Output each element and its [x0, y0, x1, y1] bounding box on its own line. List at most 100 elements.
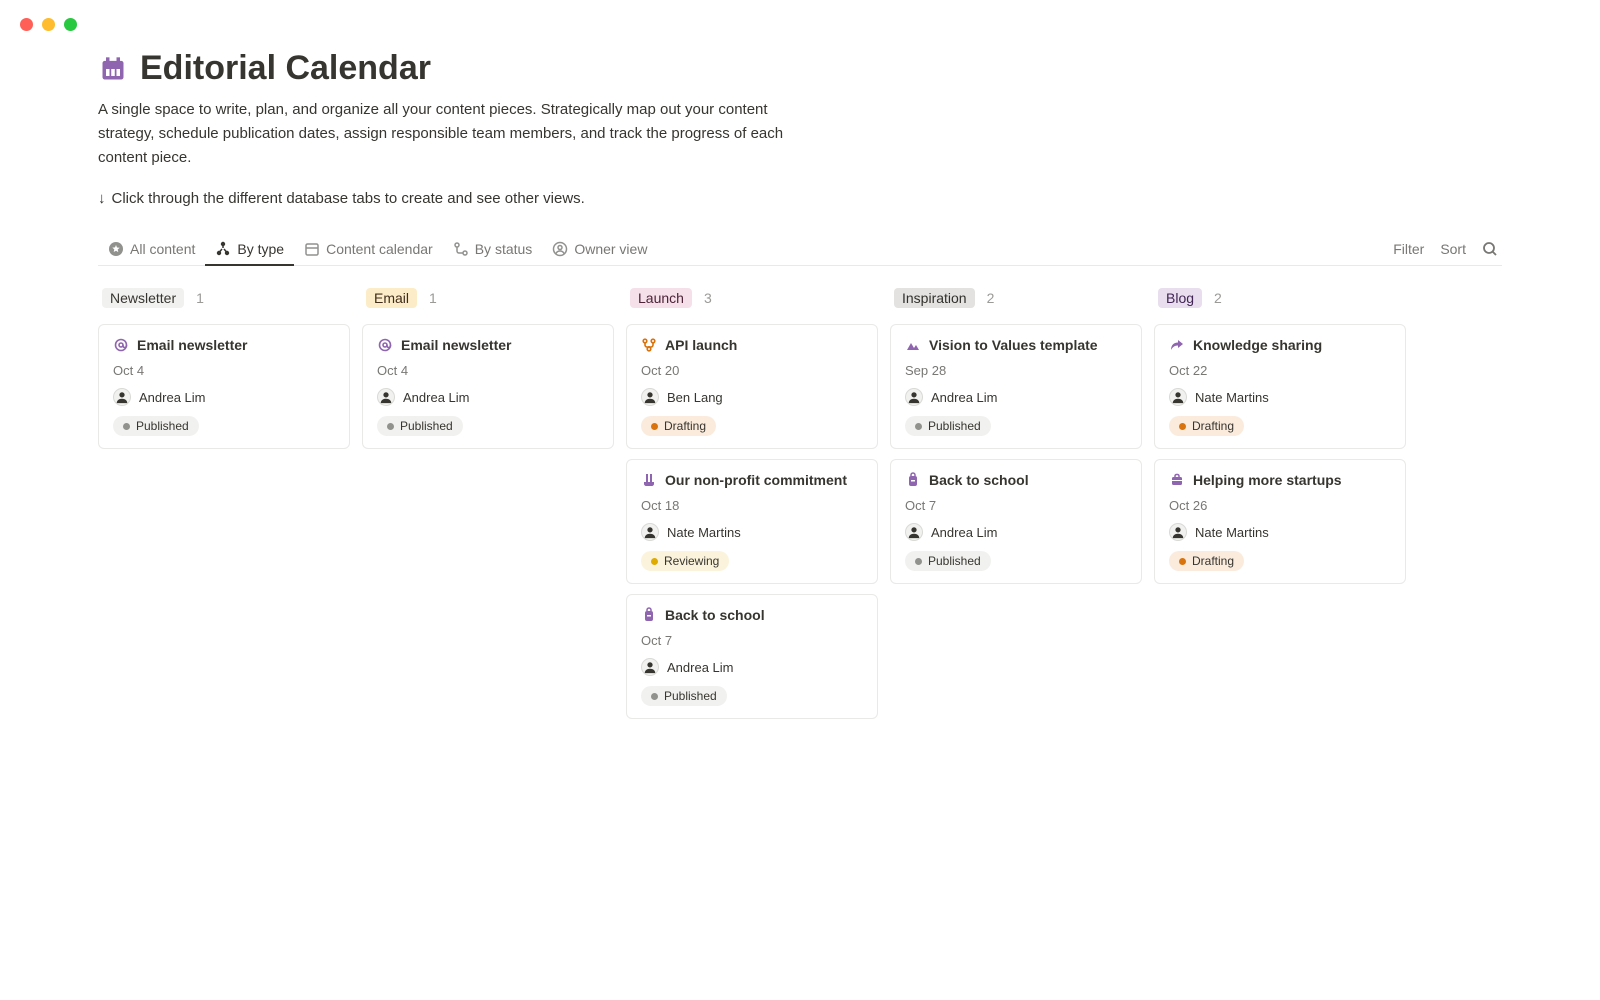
column-label[interactable]: Newsletter: [102, 288, 184, 308]
avatar-icon: [905, 523, 923, 541]
tab-by-status[interactable]: By status: [443, 233, 543, 265]
status-text: Published: [928, 419, 981, 433]
hint-label: Click through the different database tab…: [112, 190, 585, 207]
card[interactable]: API launch Oct 20 Ben Lang Drafting: [626, 324, 878, 449]
column-email: Email 1 Email newsletter Oct 4 Andrea Li…: [362, 284, 614, 729]
status-text: Drafting: [664, 419, 706, 433]
window-controls: [0, 0, 1600, 49]
tab-by-type[interactable]: By type: [205, 233, 294, 265]
column-header: Launch 3: [626, 284, 878, 312]
card-owner: Andrea Lim: [113, 388, 335, 406]
minimize-window[interactable]: [42, 18, 55, 31]
at-sign-icon: [113, 337, 129, 353]
status-badge: Published: [641, 686, 727, 706]
status-text: Published: [400, 419, 453, 433]
calendar-small-icon: [304, 241, 320, 257]
status-badge: Published: [377, 416, 463, 436]
card-date: Oct 4: [113, 363, 335, 378]
avatar-icon: [1169, 388, 1187, 406]
status-badge: Published: [113, 416, 199, 436]
card-date: Oct 20: [641, 363, 863, 378]
owner-name: Andrea Lim: [403, 390, 469, 405]
briefcase-icon: [1169, 472, 1185, 488]
owner-name: Andrea Lim: [667, 660, 733, 675]
tab-all-content[interactable]: All content: [98, 233, 205, 265]
card-title: API launch: [665, 337, 737, 353]
card[interactable]: Knowledge sharing Oct 22 Nate Martins Dr…: [1154, 324, 1406, 449]
arrow-down-icon: ↓: [98, 190, 106, 207]
avatar-icon: [641, 388, 659, 406]
filter-button[interactable]: Filter: [1393, 241, 1424, 257]
card-date: Oct 18: [641, 498, 863, 513]
avatar-icon: [641, 523, 659, 541]
card-title: Email newsletter: [401, 337, 512, 353]
owner-name: Andrea Lim: [139, 390, 205, 405]
owner-name: Andrea Lim: [931, 390, 997, 405]
card-date: Oct 22: [1169, 363, 1391, 378]
star-circle-icon: [108, 241, 124, 257]
page-title: Editorial Calendar: [140, 49, 431, 88]
column-label[interactable]: Inspiration: [894, 288, 975, 308]
column-count: 1: [196, 290, 204, 306]
card-owner: Nate Martins: [1169, 523, 1391, 541]
card-title: Helping more startups: [1193, 472, 1342, 488]
card-date: Sep 28: [905, 363, 1127, 378]
card[interactable]: Email newsletter Oct 4 Andrea Lim Publis…: [98, 324, 350, 449]
card[interactable]: Email newsletter Oct 4 Andrea Lim Publis…: [362, 324, 614, 449]
page-description: A single space to write, plan, and organ…: [98, 98, 798, 170]
card-owner: Andrea Lim: [377, 388, 599, 406]
tab-label: Owner view: [574, 241, 647, 257]
column-count: 3: [704, 290, 712, 306]
views-bar: All content By type Content calendar By …: [98, 233, 1502, 266]
status-text: Drafting: [1192, 554, 1234, 568]
views-tabs: All content By type Content calendar By …: [98, 233, 657, 265]
column-launch: Launch 3 API launch Oct 20 Ben Lang Draf…: [626, 284, 878, 729]
column-count: 2: [987, 290, 995, 306]
card-title: Our non-profit commitment: [665, 472, 847, 488]
card[interactable]: Back to school Oct 7 Andrea Lim Publishe…: [626, 594, 878, 719]
avatar-icon: [1169, 523, 1187, 541]
card-date: Oct 26: [1169, 498, 1391, 513]
column-label[interactable]: Launch: [630, 288, 692, 308]
tab-owner-view[interactable]: Owner view: [542, 233, 657, 265]
card-owner: Andrea Lim: [905, 523, 1127, 541]
card[interactable]: Vision to Values template Sep 28 Andrea …: [890, 324, 1142, 449]
column-count: 2: [1214, 290, 1222, 306]
column-blog: Blog 2 Knowledge sharing Oct 22 Nate Mar…: [1154, 284, 1406, 729]
owner-name: Nate Martins: [1195, 525, 1269, 540]
tab-label: All content: [130, 241, 195, 257]
owner-name: Nate Martins: [1195, 390, 1269, 405]
status-badge: Drafting: [641, 416, 716, 436]
branch-icon: [641, 337, 657, 353]
hint-text: ↓ Click through the different database t…: [98, 190, 898, 207]
card-title: Email newsletter: [137, 337, 248, 353]
maximize-window[interactable]: [64, 18, 77, 31]
column-label[interactable]: Blog: [1158, 288, 1202, 308]
card-owner: Andrea Lim: [905, 388, 1127, 406]
card-owner: Nate Martins: [641, 523, 863, 541]
status-text: Reviewing: [664, 554, 719, 568]
column-label[interactable]: Email: [366, 288, 417, 308]
search-icon[interactable]: [1482, 241, 1498, 257]
avatar-icon: [113, 388, 131, 406]
card[interactable]: Back to school Oct 7 Andrea Lim Publishe…: [890, 459, 1142, 584]
close-window[interactable]: [20, 18, 33, 31]
owner-name: Andrea Lim: [931, 525, 997, 540]
card-owner: Andrea Lim: [641, 658, 863, 676]
tab-label: By type: [237, 241, 284, 257]
board: Newsletter 1 Email newsletter Oct 4 Andr…: [98, 266, 1502, 729]
card[interactable]: Helping more startups Oct 26 Nate Martin…: [1154, 459, 1406, 584]
at-sign-icon: [377, 337, 393, 353]
tab-content-calendar[interactable]: Content calendar: [294, 233, 443, 265]
card-title: Vision to Values template: [929, 337, 1098, 353]
card-title: Knowledge sharing: [1193, 337, 1322, 353]
branch-icon: [453, 241, 469, 257]
card-owner: Ben Lang: [641, 388, 863, 406]
sort-button[interactable]: Sort: [1440, 241, 1466, 257]
status-badge: Published: [905, 416, 991, 436]
column-header: Blog 2: [1154, 284, 1406, 312]
status-badge: Drafting: [1169, 416, 1244, 436]
backpack-icon: [641, 607, 657, 623]
backpack-icon: [905, 472, 921, 488]
card[interactable]: Our non-profit commitment Oct 18 Nate Ma…: [626, 459, 878, 584]
